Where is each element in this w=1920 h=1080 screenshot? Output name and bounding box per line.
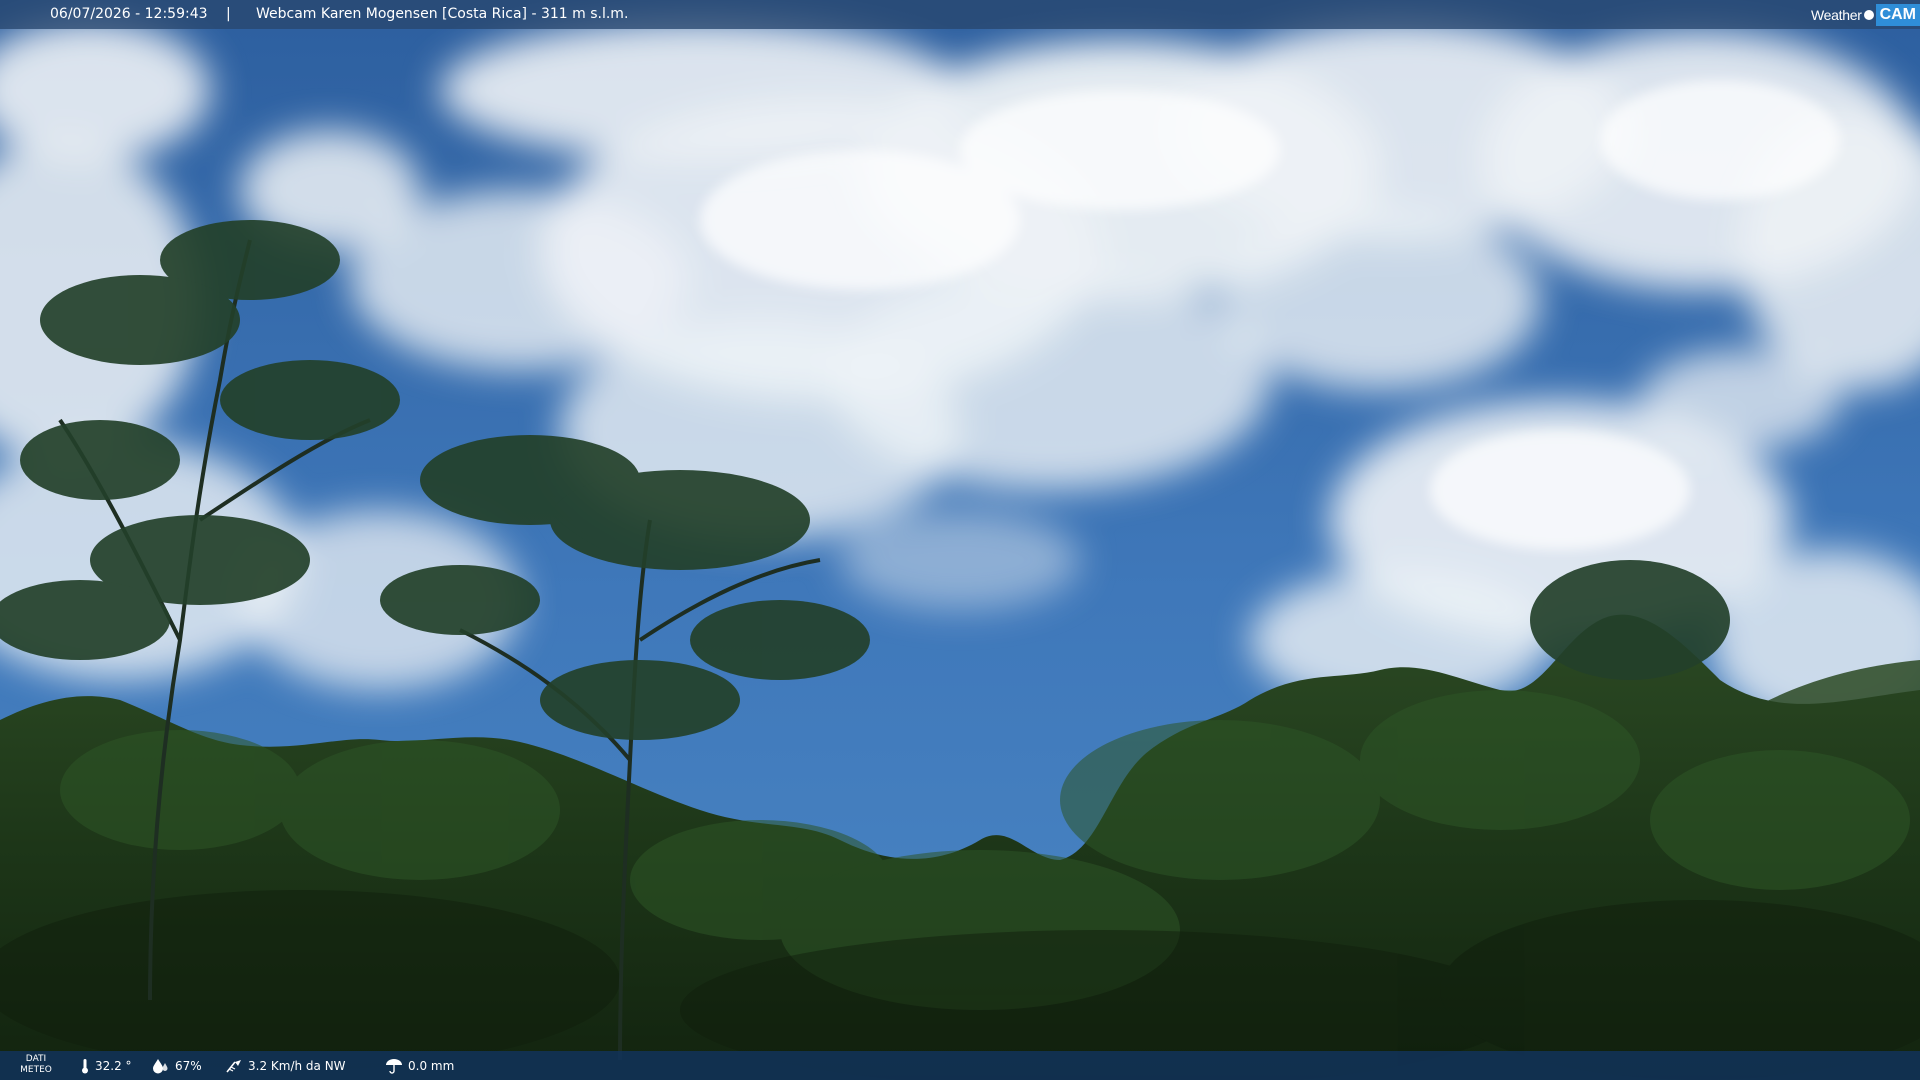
meteo-label: DATI METEO bbox=[18, 1054, 54, 1076]
rain-icon bbox=[386, 1059, 402, 1074]
logo-cam-text: CAM bbox=[1875, 3, 1920, 26]
webcam-frame: 06/07/2026 - 12:59:43 | Webcam Karen Mog… bbox=[0, 0, 1920, 1080]
meteo-label-line2: METEO bbox=[20, 1065, 52, 1075]
wind-icon bbox=[226, 1060, 241, 1073]
wind-value: 3.2 Km/h da NW bbox=[248, 1059, 346, 1073]
humidity-value: 67% bbox=[175, 1059, 202, 1073]
humidity-reading: 67% bbox=[152, 1058, 202, 1074]
temperature-value: 32.2 ° bbox=[95, 1059, 132, 1073]
meteo-label-line1: DATI bbox=[25, 1054, 47, 1064]
meteo-bar: DATI METEO 32.2 ° 67% 3.2 Km/h da NW 0.0… bbox=[0, 1051, 1920, 1080]
rain-reading: 0.0 mm bbox=[385, 1058, 454, 1074]
timestamp: 06/07/2026 - 12:59:43 bbox=[50, 6, 208, 22]
camera-title: Webcam Karen Mogensen [Costa Rica] - 311… bbox=[256, 6, 629, 22]
rain-value: 0.0 mm bbox=[408, 1059, 455, 1073]
thermometer-icon bbox=[82, 1059, 88, 1074]
humidity-icon bbox=[153, 1059, 168, 1074]
temperature-reading: 32.2 ° bbox=[80, 1058, 132, 1074]
title-separator: | bbox=[226, 6, 231, 22]
logo-dot-icon bbox=[1863, 9, 1874, 20]
logo-weather-text: Weather bbox=[1811, 6, 1862, 23]
weathercam-logo: Weather CAM bbox=[1811, 2, 1920, 27]
wind-reading: 3.2 Km/h da NW bbox=[225, 1058, 346, 1074]
top-overlay-bar: 06/07/2026 - 12:59:43 | Webcam Karen Mog… bbox=[0, 0, 1920, 29]
webcam-scene bbox=[0, 0, 1920, 1080]
